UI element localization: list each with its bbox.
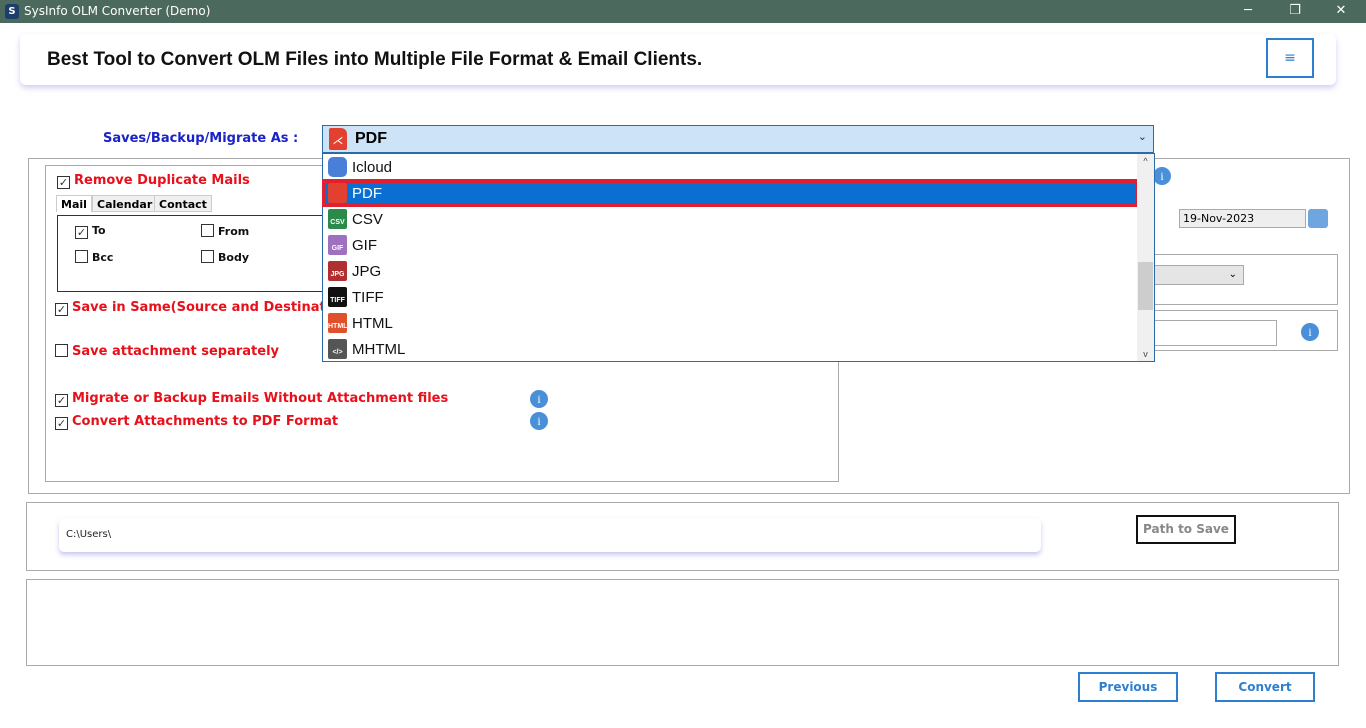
jpg-icon: JPG: [328, 261, 347, 281]
save-attachment-checkbox[interactable]: Save attachment separately: [55, 344, 279, 359]
info-icon[interactable]: i: [530, 412, 548, 430]
previous-button[interactable]: Previous: [1078, 672, 1178, 702]
format-option-csv[interactable]: CSV CSV: [323, 206, 1138, 232]
cloud-icon: [328, 157, 347, 177]
format-option-mhtml[interactable]: </> MHTML: [323, 336, 1138, 362]
scroll-down-icon[interactable]: v: [1137, 349, 1154, 359]
app-logo: S: [5, 4, 19, 19]
gif-icon: GIF: [328, 235, 347, 255]
html-icon: HTML: [328, 313, 347, 333]
format-option-tiff[interactable]: TIFF TIFF: [323, 284, 1138, 310]
scroll-thumb[interactable]: [1138, 262, 1153, 310]
convert-button[interactable]: Convert: [1215, 672, 1315, 702]
window-title: SysInfo OLM Converter (Demo): [24, 4, 211, 18]
filter-dropdown[interactable]: ⌄: [1150, 265, 1244, 285]
field-to-checkbox[interactable]: ✓ To: [75, 224, 106, 239]
pdf-icon: [328, 183, 347, 203]
menu-button[interactable]: ≡: [1266, 38, 1314, 78]
selected-format: PDF: [355, 130, 387, 147]
chevron-down-icon: ⌄: [1137, 130, 1147, 143]
banner: Best Tool to Convert OLM Files into Mult…: [20, 34, 1336, 85]
menu-icon: ≡: [1284, 50, 1296, 66]
minimize-button[interactable]: ─: [1233, 2, 1263, 20]
info-icon[interactable]: i: [1153, 167, 1171, 185]
list-scrollbar[interactable]: ^ v: [1137, 154, 1154, 361]
field-bcc-checkbox[interactable]: Bcc: [75, 250, 113, 264]
format-option-icloud[interactable]: Icloud: [323, 154, 1138, 180]
info-icon[interactable]: i: [530, 390, 548, 408]
save-as-dropdown[interactable]: ⋌ PDF ⌄: [322, 125, 1154, 153]
format-list[interactable]: Icloud PDF CSV CSV GIF GIF JPG JPG TIFF TIFF…: [322, 153, 1155, 362]
tiff-icon: TIFF: [328, 287, 347, 307]
tab-mail[interactable]: Mail: [56, 195, 92, 212]
field-from-checkbox[interactable]: From: [201, 224, 249, 238]
convert-attachments-pdf-checkbox[interactable]: ✓ Convert Attachments to PDF Format: [55, 414, 338, 430]
remove-duplicates-checkbox[interactable]: ✓ Remove Duplicate Mails: [57, 173, 250, 189]
banner-title: Best Tool to Convert OLM Files into Mult…: [47, 49, 703, 70]
mhtml-icon: </>: [328, 339, 347, 359]
path-field[interactable]: C:\Users\: [59, 518, 1041, 552]
info-icon[interactable]: i: [1301, 323, 1319, 341]
format-option-html[interactable]: HTML HTML: [323, 310, 1138, 336]
format-option-gif[interactable]: GIF GIF: [323, 232, 1138, 258]
migrate-without-attachments-checkbox[interactable]: ✓ Migrate or Backup Emails Without Attach…: [55, 391, 448, 407]
format-option-jpg[interactable]: JPG JPG: [323, 258, 1138, 284]
date-field[interactable]: 19-Nov-2023: [1179, 209, 1306, 228]
pdf-icon: ⋌: [329, 128, 347, 150]
field-body-checkbox[interactable]: Body: [201, 250, 249, 264]
tab-calendar[interactable]: Calendar: [92, 195, 158, 212]
tab-contact[interactable]: Contact: [154, 195, 212, 212]
close-button[interactable]: ✕: [1326, 2, 1356, 20]
restore-button[interactable]: ❐: [1280, 2, 1310, 20]
title-bar: S SysInfo OLM Converter (Demo) ─ ❐ ✕: [0, 0, 1366, 23]
format-option-pdf[interactable]: PDF: [322, 179, 1139, 207]
split-input[interactable]: [1150, 320, 1277, 346]
csv-icon: CSV: [328, 209, 347, 229]
save-as-label: Saves/Backup/Migrate As :: [103, 131, 299, 146]
path-to-save-button[interactable]: Path to Save: [1136, 515, 1236, 544]
scroll-up-icon[interactable]: ^: [1137, 156, 1154, 166]
calendar-icon[interactable]: [1308, 209, 1328, 228]
log-panel: [26, 579, 1339, 666]
